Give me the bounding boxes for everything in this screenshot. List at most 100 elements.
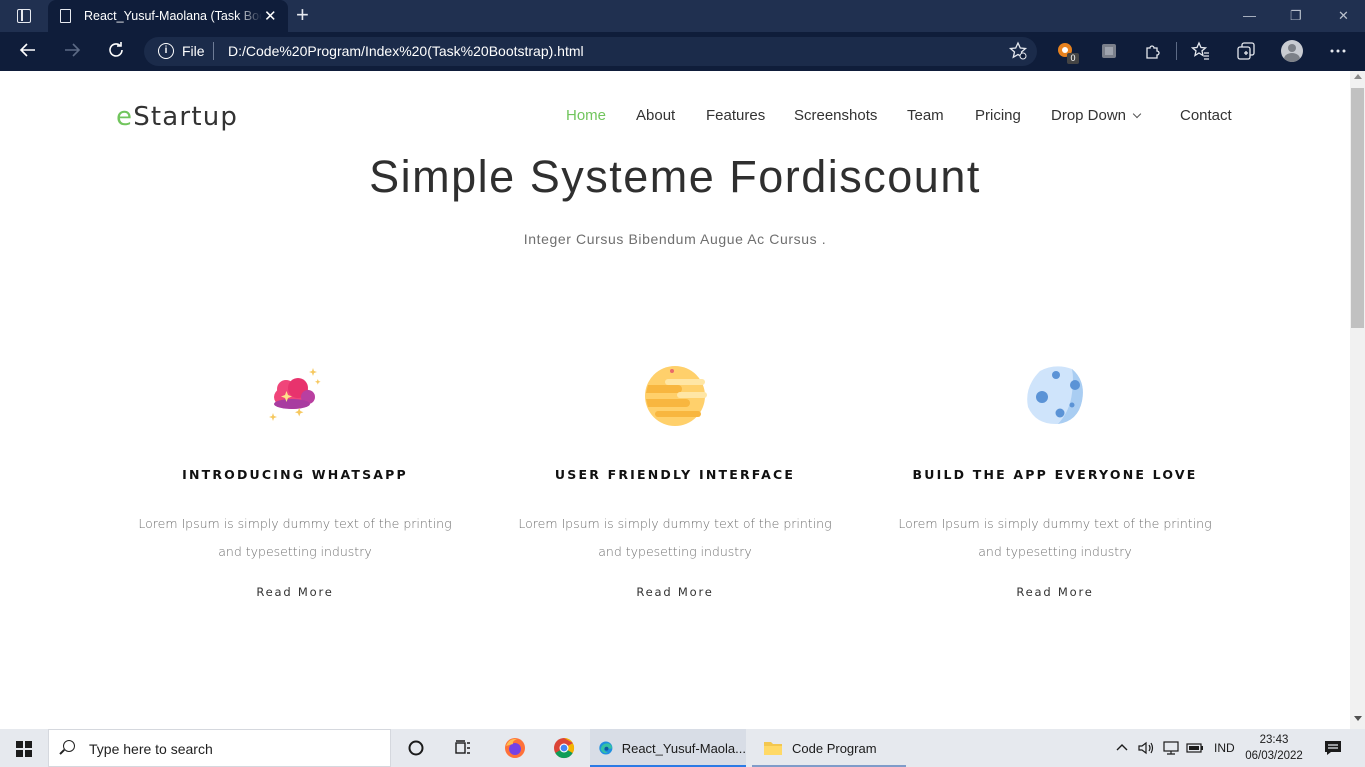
settings-more-button[interactable] xyxy=(1328,41,1348,61)
nav-pricing[interactable]: Pricing xyxy=(975,107,1021,124)
scheme-label: File xyxy=(182,43,205,59)
language-indicator[interactable]: IND xyxy=(1214,741,1235,755)
taskbar-search-box[interactable]: Type here to search xyxy=(48,729,391,767)
scroll-up-arrow-icon[interactable] xyxy=(1354,74,1362,79)
new-tab-button[interactable]: + xyxy=(296,3,309,27)
feature-text: Lorem Ipsum is simply dummy text of the … xyxy=(518,516,832,559)
nav-features[interactable]: Features xyxy=(706,107,765,124)
clock-time: 23:43 xyxy=(1259,734,1289,746)
tab-title: React_Yusuf-Maolana (Task Bootstrap) xyxy=(84,9,262,23)
volume-button[interactable] xyxy=(1138,741,1156,758)
nav-dropdown-label: Drop Down xyxy=(1051,107,1127,124)
forward-button[interactable] xyxy=(60,40,84,64)
toolbar-divider xyxy=(1176,42,1177,60)
battery-button[interactable] xyxy=(1186,741,1204,758)
read-more-link[interactable]: Read More xyxy=(256,585,333,599)
read-more-link[interactable]: Read More xyxy=(1016,585,1093,599)
notification-icon xyxy=(1325,741,1341,755)
feature-card: BUILD THE APP EVERYONE LOVE Lorem Ipsum … xyxy=(865,361,1245,600)
restore-button[interactable]: ❐ xyxy=(1290,8,1302,24)
feature-title: BUILD THE APP EVERYONE LOVE xyxy=(912,467,1198,482)
taskbar-clock[interactable]: 23:43 06/03/2022 xyxy=(1242,732,1306,764)
taskbar-explorer-window[interactable]: Code Program xyxy=(752,729,906,767)
taskbar-edge-label: React_Yusuf-Maola... xyxy=(621,740,746,756)
web-page: eStartup Home About Features Screenshots… xyxy=(0,71,1350,729)
logo-accent: e xyxy=(116,102,134,132)
task-view-icon xyxy=(455,740,470,754)
edge-icon xyxy=(599,741,613,755)
collections-button[interactable] xyxy=(1236,41,1256,61)
page-icon xyxy=(60,9,71,23)
cortana-button[interactable] xyxy=(406,729,426,767)
add-favorite-button[interactable] xyxy=(1008,41,1028,61)
avatar-body xyxy=(1284,53,1300,62)
site-logo[interactable]: eStartup xyxy=(116,102,238,132)
nav-screenshots[interactable]: Screenshots xyxy=(794,107,877,124)
network-button[interactable] xyxy=(1162,741,1180,758)
nav-contact[interactable]: Contact xyxy=(1180,107,1232,124)
search-icon xyxy=(63,740,75,752)
speaker-icon xyxy=(1138,741,1154,755)
notifications-button[interactable] xyxy=(1324,740,1342,759)
favorites-icon xyxy=(1190,41,1209,60)
scroll-down-arrow-icon[interactable] xyxy=(1354,716,1362,721)
chevron-down-icon xyxy=(1132,109,1142,119)
url-text[interactable]: D:/Code%20Program/Index%20(Task%20Bootst… xyxy=(228,43,584,59)
nav-about[interactable]: About xyxy=(636,107,675,124)
feature-text: Lorem Ipsum is simply dummy text of the … xyxy=(138,516,452,559)
refresh-icon xyxy=(109,42,123,57)
firefox-button[interactable] xyxy=(503,729,527,767)
browser-tab-bar: React_Yusuf-Maolana (Task Bootstrap) ✕ +… xyxy=(0,0,1365,32)
windows-taskbar: Type here to search React_Yusuf-Maola...… xyxy=(0,729,1365,767)
blue-moon-icon xyxy=(1020,361,1090,431)
read-more-link[interactable]: Read More xyxy=(636,585,713,599)
favorites-button[interactable] xyxy=(1190,41,1211,61)
forward-arrow-icon xyxy=(65,43,81,57)
tab-close-icon[interactable]: ✕ xyxy=(264,8,277,24)
star-add-icon xyxy=(1008,41,1028,60)
browser-tab-active[interactable]: React_Yusuf-Maolana (Task Bootstrap) ✕ xyxy=(48,0,288,32)
more-dots-icon xyxy=(1330,49,1346,53)
cortana-icon xyxy=(408,740,424,756)
address-divider xyxy=(213,42,214,60)
nav-dropdown[interactable]: Drop Down xyxy=(1051,107,1142,124)
yellow-planet-icon xyxy=(640,361,710,431)
minimize-button[interactable]: — xyxy=(1243,8,1256,24)
chrome-icon xyxy=(554,737,575,759)
feature-card: INTRODUCING WHATSAPP Lorem Ipsum is simp… xyxy=(105,361,485,600)
tab-actions-button[interactable] xyxy=(8,5,40,27)
taskbar-edge-window[interactable]: React_Yusuf-Maola... xyxy=(590,729,746,767)
search-placeholder: Type here to search xyxy=(89,741,213,757)
taskbar-explorer-label: Code Program xyxy=(792,740,877,756)
profile-avatar[interactable] xyxy=(1281,40,1303,62)
feature-card: USER FRIENDLY INTERFACE Lorem Ipsum is s… xyxy=(485,361,865,600)
extensions-button[interactable] xyxy=(1143,41,1163,61)
collections-icon xyxy=(1237,42,1255,60)
tab-actions-icon xyxy=(17,9,31,23)
avatar-head xyxy=(1288,44,1296,52)
clock-date: 06/03/2022 xyxy=(1245,750,1303,762)
task-view-button[interactable] xyxy=(453,729,473,767)
feature-text: Lorem Ipsum is simply dummy text of the … xyxy=(898,516,1212,559)
back-arrow-icon xyxy=(19,43,35,57)
logo-text: Startup xyxy=(133,102,239,132)
refresh-button[interactable] xyxy=(104,40,128,64)
nav-home[interactable]: Home xyxy=(566,107,606,124)
firefox-icon xyxy=(505,738,525,758)
scrollbar-thumb[interactable] xyxy=(1351,88,1364,328)
battery-icon xyxy=(1186,743,1203,753)
hero-subtitle: Integer Cursus Bibendum Augue Ac Cursus … xyxy=(523,231,827,247)
extension-badge: 0 xyxy=(1067,53,1079,64)
chrome-button[interactable] xyxy=(552,729,576,767)
network-icon xyxy=(1163,741,1179,755)
back-button[interactable] xyxy=(16,40,40,64)
extension-generic-button[interactable] xyxy=(1099,41,1119,61)
nav-team[interactable]: Team xyxy=(907,107,944,124)
folder-icon xyxy=(764,742,782,755)
show-hidden-icons-button[interactable] xyxy=(1115,741,1129,758)
windows-start-icon[interactable] xyxy=(16,741,32,757)
hero-title: Simple Systeme Fordiscount xyxy=(369,151,981,202)
close-window-button[interactable]: ✕ xyxy=(1338,8,1349,24)
site-info-icon[interactable]: i xyxy=(158,43,174,59)
extension-square-icon xyxy=(1102,44,1116,58)
